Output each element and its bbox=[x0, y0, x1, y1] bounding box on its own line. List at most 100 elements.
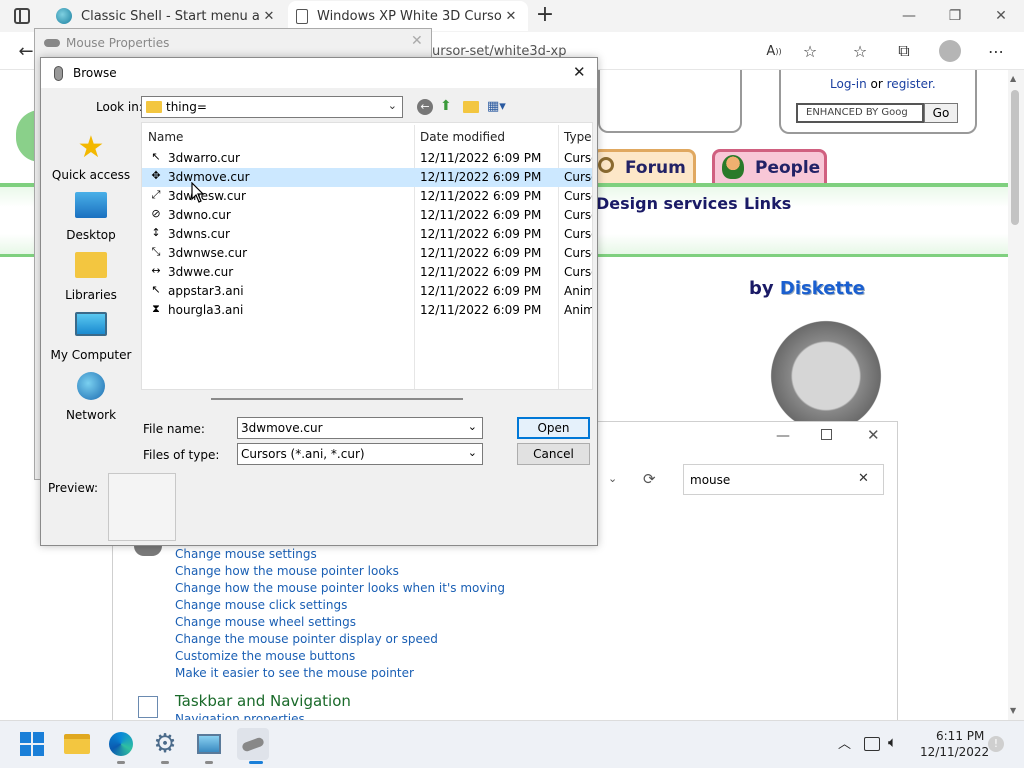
column-header-name[interactable]: Name bbox=[148, 127, 183, 147]
cp-link-wheel-settings[interactable]: Change mouse wheel settings bbox=[175, 615, 356, 629]
chevron-down-icon[interactable]: ⌄ bbox=[468, 446, 477, 459]
page-scroll-thumb[interactable] bbox=[1011, 90, 1019, 225]
cp-close-icon[interactable]: ✕ bbox=[867, 426, 880, 444]
file-row[interactable]: ⤡ 3dwnwse.cur 12/11/2022 6:09 PM Cursor bbox=[142, 244, 592, 263]
register-link[interactable]: register. bbox=[887, 77, 936, 91]
open-button[interactable]: Open bbox=[517, 417, 590, 439]
edge-browser-icon[interactable] bbox=[105, 728, 137, 760]
file-row[interactable]: ⊘ 3dwno.cur 12/11/2022 6:09 PM Cursor bbox=[142, 206, 592, 225]
cp-history-dropdown-icon[interactable]: ⌄ bbox=[608, 472, 617, 485]
computer-icon bbox=[75, 312, 107, 336]
up-folder-icon[interactable]: ⬆ bbox=[440, 98, 456, 114]
file-list-hscroll[interactable] bbox=[141, 390, 593, 404]
place-network[interactable]: Network bbox=[47, 372, 135, 422]
place-my-computer[interactable]: My Computer bbox=[47, 312, 135, 362]
page-icon bbox=[296, 8, 308, 24]
collections-icon[interactable]: ⧉ bbox=[892, 40, 916, 62]
mouse-app-icon[interactable] bbox=[237, 728, 269, 760]
taskbar-category-icon bbox=[138, 696, 158, 718]
clock-date[interactable]: 12/11/2022 bbox=[920, 745, 989, 759]
chevron-down-icon[interactable]: ⌄ bbox=[468, 420, 477, 433]
author-portrait-icon bbox=[768, 310, 884, 430]
cp-search-input[interactable]: mouse bbox=[683, 464, 884, 495]
links-link[interactable]: Links bbox=[744, 194, 791, 213]
new-folder-icon[interactable] bbox=[463, 101, 479, 113]
cp-link-navigation-properties[interactable]: Navigation properties bbox=[175, 712, 305, 720]
minimize-icon[interactable]: — bbox=[886, 0, 932, 32]
scroll-down-icon[interactable]: ▼ bbox=[1010, 706, 1016, 715]
files-of-type-select[interactable]: Cursors (*.ani, *.cur) ⌄ bbox=[237, 443, 483, 465]
more-menu-icon[interactable]: ⋯ bbox=[984, 40, 1008, 62]
cp-clear-search-icon[interactable]: ✕ bbox=[858, 471, 869, 486]
file-row[interactable]: ⧗ hourgla3.ani 12/11/2022 6:09 PM Animated bbox=[142, 301, 592, 320]
cp-link-customize-buttons[interactable]: Customize the mouse buttons bbox=[175, 649, 355, 663]
control-panel-icon[interactable] bbox=[193, 728, 225, 760]
notification-icon[interactable]: ! bbox=[988, 736, 1004, 752]
file-type-cell: Cursor bbox=[564, 246, 592, 260]
cp-link-click-settings[interactable]: Change mouse click settings bbox=[175, 598, 347, 612]
header-panel bbox=[598, 70, 742, 133]
file-list-hscroll-thumb[interactable] bbox=[211, 398, 463, 400]
cp-link-pointer-looks[interactable]: Change how the mouse pointer looks bbox=[175, 564, 399, 578]
tab-actions-icon[interactable] bbox=[14, 8, 30, 24]
cp-refresh-icon[interactable]: ⟳ bbox=[643, 470, 656, 488]
scroll-up-icon[interactable]: ▲ bbox=[1010, 74, 1016, 83]
resize-nwse-icon: ⤡ bbox=[151, 245, 161, 258]
show-hidden-icons-icon[interactable]: ︿ bbox=[838, 733, 851, 752]
file-type-cell: Cursor bbox=[564, 151, 592, 165]
close-tab-icon[interactable]: ✕ bbox=[260, 9, 278, 24]
settings-gear-icon[interactable]: ⚙ bbox=[149, 728, 181, 760]
cp-minimize-icon[interactable]: — bbox=[776, 428, 790, 444]
cp-section-taskbar[interactable]: Taskbar and Navigation bbox=[175, 692, 351, 710]
back-folder-icon[interactable]: ← bbox=[417, 99, 433, 115]
network-tray-icon[interactable] bbox=[864, 737, 880, 751]
file-date-cell: 12/11/2022 6:09 PM bbox=[420, 208, 542, 222]
file-name-input[interactable]: 3dwmove.cur ⌄ bbox=[237, 417, 483, 439]
cp-link-mouse-settings[interactable]: Change mouse settings bbox=[175, 547, 317, 561]
cp-link-pointer-speed[interactable]: Change the mouse pointer display or spee… bbox=[175, 632, 438, 646]
view-menu-icon[interactable]: ▦▾ bbox=[487, 99, 511, 115]
place-desktop[interactable]: Desktop bbox=[47, 192, 135, 242]
restore-icon[interactable]: ❐ bbox=[932, 0, 978, 32]
file-row[interactable]: ↕ 3dwns.cur 12/11/2022 6:09 PM Cursor bbox=[142, 225, 592, 244]
cp-link-pointer-moving[interactable]: Change how the mouse pointer looks when … bbox=[175, 581, 505, 595]
cp-link-easier-see[interactable]: Make it easier to see the mouse pointer bbox=[175, 666, 414, 680]
cp-maximize-icon[interactable] bbox=[821, 429, 832, 440]
volume-icon[interactable]: 🔈︎ bbox=[888, 733, 897, 751]
clock-time[interactable]: 6:11 PM bbox=[936, 729, 984, 743]
column-header-date[interactable]: Date modified bbox=[420, 127, 505, 147]
design-services-link[interactable]: Design services bbox=[596, 194, 738, 213]
file-row[interactable]: ↖ 3dwarro.cur 12/11/2022 6:09 PM Cursor bbox=[142, 149, 592, 168]
file-row[interactable]: ↖ appstar3.ani 12/11/2022 6:09 PM Animated bbox=[142, 282, 592, 301]
add-favorite-icon[interactable]: ☆ bbox=[798, 40, 822, 62]
move-cursor-icon: ✥ bbox=[151, 169, 161, 182]
people-avatar-icon bbox=[722, 155, 744, 179]
file-name-cell: 3dwnwse.cur bbox=[168, 246, 248, 260]
browse-close-icon[interactable]: ✕ bbox=[573, 63, 586, 81]
close-tab-icon[interactable]: ✕ bbox=[502, 9, 520, 24]
close-window-icon[interactable]: ✕ bbox=[978, 0, 1024, 32]
site-search-go-button[interactable]: Go bbox=[924, 103, 958, 123]
file-row[interactable]: ↔ 3dwwe.cur 12/11/2022 6:09 PM Cursor bbox=[142, 263, 592, 282]
file-row[interactable]: ✥ 3dwmove.cur 12/11/2022 6:09 PM Cursor bbox=[142, 168, 592, 187]
place-quick-access[interactable]: ★ Quick access bbox=[47, 132, 135, 183]
file-explorer-icon[interactable] bbox=[61, 728, 93, 760]
look-in-combo[interactable]: thing= ⌄ bbox=[141, 96, 403, 118]
mouse-properties-close-icon[interactable]: ✕ bbox=[411, 33, 423, 49]
chevron-down-icon: ⌄ bbox=[387, 99, 397, 112]
start-button-icon[interactable] bbox=[16, 728, 48, 760]
login-link[interactable]: Log-in bbox=[830, 77, 867, 91]
profile-avatar-icon[interactable] bbox=[939, 40, 961, 62]
cancel-button[interactable]: Cancel bbox=[517, 443, 590, 465]
site-search-input[interactable]: ENHANCED BY Goog bbox=[796, 103, 924, 123]
tab-classic-shell[interactable]: Classic Shell - Start menu and ot ✕ bbox=[48, 1, 286, 31]
author-link[interactable]: Diskette bbox=[780, 278, 865, 299]
file-row[interactable]: ⤢ 3dwnesw.cur 12/11/2022 6:09 PM Cursor bbox=[142, 187, 592, 206]
place-libraries[interactable]: Libraries bbox=[47, 252, 135, 302]
new-tab-icon[interactable]: + bbox=[534, 3, 556, 29]
favorites-icon[interactable]: ☆ bbox=[848, 40, 872, 62]
file-list[interactable]: ^ Name Date modified Type ↖ 3dwarro.cur 12… bbox=[141, 122, 593, 390]
read-aloud-icon[interactable]: A)) bbox=[762, 40, 786, 62]
column-header-type[interactable]: Type bbox=[564, 127, 592, 147]
tab-white-3d-cursors[interactable]: Windows XP White 3D Cursors ✕ bbox=[288, 1, 528, 31]
